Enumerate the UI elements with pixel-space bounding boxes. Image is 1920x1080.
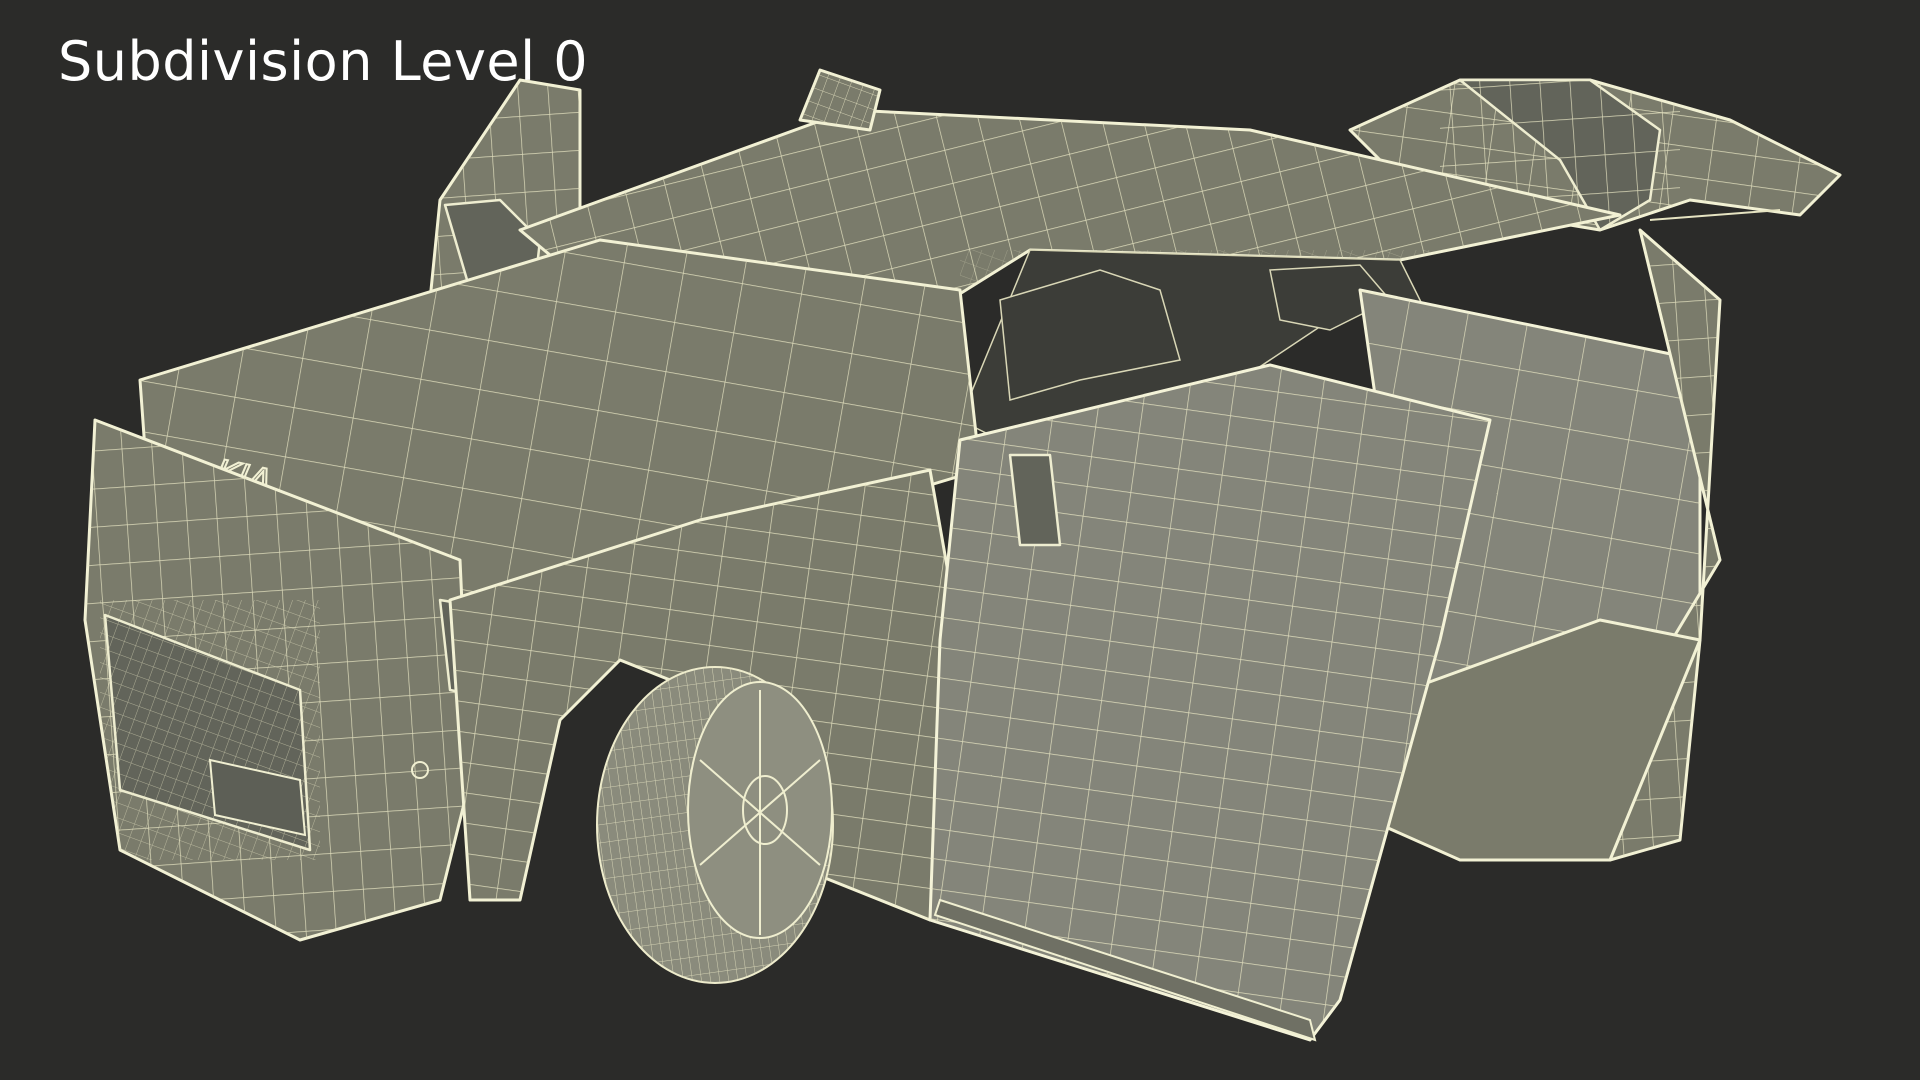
subdivision-caption: Subdivision Level 0 (58, 30, 589, 93)
front-door-open (928, 363, 1492, 1042)
render-viewport: Subdivision Level 0 (0, 0, 1920, 1080)
car-wireframe-icon: KIA (83, 68, 1842, 1042)
front-wheel (596, 666, 834, 984)
